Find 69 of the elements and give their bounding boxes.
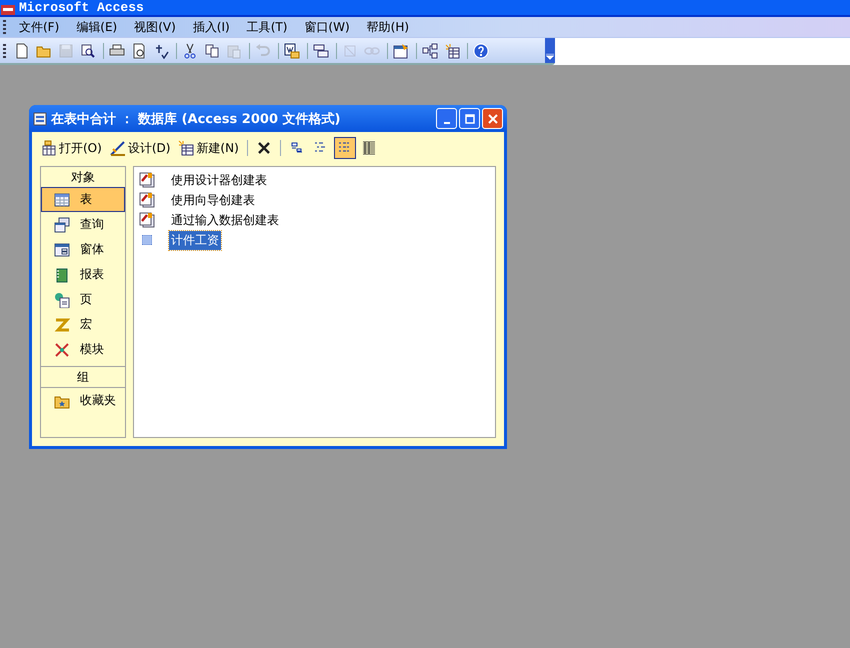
menu-item[interactable]: 编辑(E): [69, 18, 128, 36]
printer-icon: [109, 42, 125, 58]
app-title: Microsoft Access: [19, 0, 144, 15]
magnifier-page-icon: [131, 42, 147, 58]
minimize-icon: [444, 122, 450, 124]
new-table-icon: [178, 140, 194, 156]
help-button[interactable]: [471, 40, 491, 60]
object-type-item[interactable]: 查询: [41, 212, 125, 237]
properties-icon: [393, 42, 409, 58]
scroll-icon: [54, 316, 70, 332]
page-icon: [14, 42, 30, 58]
object-type-item[interactable]: 宏: [41, 312, 125, 337]
object-type-item[interactable]: 报表: [41, 262, 125, 287]
search-icon: [80, 42, 96, 58]
relationships-button[interactable]: [420, 40, 440, 60]
relationships-icon: [422, 42, 438, 58]
undo-arrow-icon: [255, 42, 271, 58]
details-view-icon: [360, 140, 377, 156]
objects-header: 对象: [70, 169, 96, 186]
menu-item[interactable]: 窗口(W): [297, 18, 360, 36]
toolbar-options-icon: [545, 38, 555, 63]
object-type-item[interactable]: 模块: [41, 337, 125, 362]
tools-icon: [54, 342, 70, 358]
new-button[interactable]: 新建(N): [175, 140, 242, 156]
menu-item[interactable]: 插入(I): [186, 18, 240, 36]
menu-item[interactable]: 帮助(H): [360, 18, 420, 36]
forms-icon: [313, 42, 329, 58]
ruler-pencil-icon: [110, 140, 126, 156]
wizard-shortcut-icon: [139, 172, 155, 188]
list-item[interactable]: 使用向导创建表: [169, 190, 257, 210]
copy-icon: [204, 42, 220, 58]
help-icon: [473, 42, 489, 58]
query-icon: [54, 216, 70, 232]
object-type-item[interactable]: 表: [41, 187, 125, 212]
list-item[interactable]: 通过输入数据创建表: [169, 210, 281, 230]
list-item[interactable]: 使用设计器创建表: [169, 170, 269, 190]
close-button[interactable]: [482, 108, 503, 129]
form-icon: [54, 242, 70, 258]
close-icon: [488, 114, 498, 124]
menu-item[interactable]: 视图(V): [127, 18, 186, 36]
report-book-icon: [54, 266, 70, 282]
design-button[interactable]: 设计(D): [106, 140, 174, 156]
table-icon: [139, 232, 155, 248]
group-item[interactable]: 收藏夹: [41, 388, 125, 413]
new-object-icon: [444, 42, 460, 58]
window-title: 在表中合计 ： 数据库 (Access 2000 文件格式): [51, 110, 340, 128]
open-button[interactable]: 打开(O): [38, 140, 105, 156]
clipboard-icon: [226, 42, 242, 58]
list-view-button[interactable]: [334, 137, 356, 159]
scissors-icon: [182, 42, 198, 58]
database-icon: [33, 112, 47, 126]
wizard-shortcut-icon: [139, 192, 155, 208]
open-table-icon: [41, 140, 57, 156]
list-item[interactable]: 计件工资: [169, 230, 221, 250]
document-mail-icon: [284, 42, 300, 58]
document-mail-button[interactable]: [282, 40, 302, 60]
maximize-icon: [464, 114, 474, 124]
delete-x-icon: [256, 140, 272, 156]
menu-item[interactable]: 文件(F): [12, 18, 70, 36]
maximize-button[interactable]: [459, 108, 480, 129]
menu-item[interactable]: 工具(T): [240, 18, 298, 36]
groups-header: 组: [41, 366, 125, 388]
object-type-item[interactable]: 窗体: [41, 237, 125, 262]
minimize-button[interactable]: [436, 108, 457, 129]
table-icon: [54, 192, 70, 208]
object-type-item[interactable]: 页: [41, 287, 125, 312]
globe-page-icon: [54, 292, 70, 308]
spelling-check-icon: [153, 42, 169, 58]
wizard-shortcut-icon: [139, 212, 155, 228]
